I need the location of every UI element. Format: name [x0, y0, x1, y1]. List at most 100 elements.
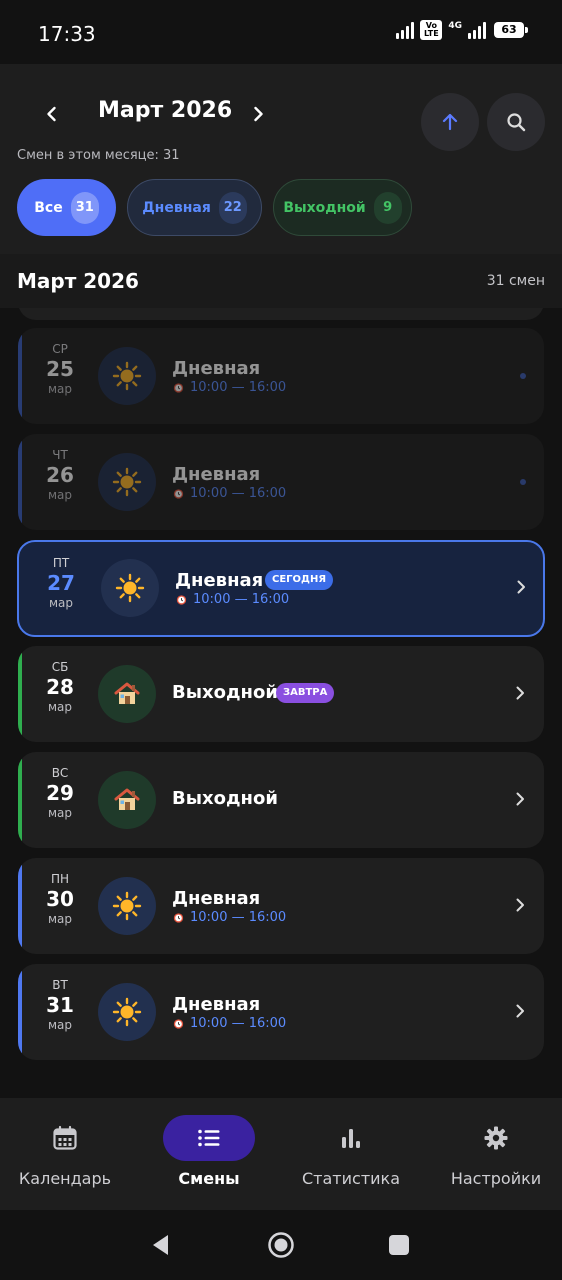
- shift-name: Дневная: [172, 358, 261, 379]
- status-time: 17:33: [38, 22, 96, 46]
- sun-icon: [98, 453, 156, 511]
- shift-type-stripe: [18, 752, 22, 848]
- filter-chip-count: 22: [218, 191, 247, 224]
- status-bar: 17:33 Vo LTE 4G 63: [0, 0, 562, 64]
- home-icon[interactable]: [267, 1231, 295, 1259]
- shift-time-text: 10:00 — 16:00: [190, 910, 287, 925]
- day-number: 28: [46, 675, 74, 699]
- bottom-navigation: Календарь Смены Статистика Настройки: [0, 1098, 562, 1210]
- shift-name: Выходной: [172, 788, 278, 809]
- day-number: 29: [46, 781, 74, 805]
- bar-chart-icon: [305, 1115, 397, 1161]
- scroll-up-button[interactable]: [421, 93, 479, 151]
- status-icons: Vo LTE 4G 63: [396, 20, 528, 40]
- status-dot: [520, 479, 526, 485]
- next-month-button[interactable]: [240, 96, 276, 132]
- day-number: 25: [46, 357, 74, 381]
- month-short: мар: [47, 488, 73, 502]
- day-number: 27: [47, 571, 75, 595]
- day-number: 31: [46, 993, 74, 1017]
- back-icon[interactable]: [148, 1232, 174, 1258]
- month-short: мар: [47, 1018, 73, 1032]
- chevron-left-icon: [47, 106, 56, 122]
- nav-label: Статистика: [302, 1169, 400, 1188]
- sun-icon: [101, 559, 159, 617]
- shift-date: СБ 28 мар: [30, 660, 90, 714]
- search-button[interactable]: [487, 93, 545, 151]
- shift-card[interactable]: ВС 29 мар Выходной: [18, 752, 544, 848]
- filter-chip-count: 31: [70, 191, 99, 224]
- chevron-right-icon: [516, 792, 524, 806]
- shift-date: СР 25 мар: [30, 342, 90, 396]
- filter-chip-label: Дневная: [142, 199, 211, 216]
- day-of-week: СР: [52, 342, 68, 356]
- network-type: 4G: [448, 20, 462, 31]
- shift-time-text: 10:00 — 16:00: [190, 1016, 287, 1031]
- system-navigation-bar: [0, 1210, 562, 1280]
- shift-card[interactable]: СБ 28 мар Выходной ЗАВТРА: [18, 646, 544, 742]
- shift-time-text: 10:00 — 16:00: [190, 380, 287, 395]
- day-of-week: СБ: [51, 660, 69, 674]
- filter-chip-all[interactable]: Все 31: [17, 179, 116, 236]
- chevron-right-icon: [254, 106, 263, 122]
- shift-time: 10:00 — 16:00: [172, 1016, 286, 1031]
- month-short: мар: [47, 382, 73, 396]
- day-number: 26: [46, 463, 74, 487]
- shift-list[interactable]: СР 25 мар Дневная 10:00 — 16:00 ЧТ 26 ма…: [0, 308, 562, 1098]
- shift-time: 10:00 — 16:00: [172, 486, 286, 501]
- shift-time: 10:00 — 16:00: [172, 910, 286, 925]
- filter-chip-day[interactable]: Дневная 22: [127, 179, 262, 236]
- list-icon: [163, 1115, 255, 1161]
- list-count: 31 смен: [486, 273, 545, 289]
- alarm-clock-icon: [173, 1019, 184, 1029]
- shift-card[interactable]: ВТ 31 мар Дневная 10:00 — 16:00: [18, 964, 544, 1060]
- filter-chip-label: Все: [34, 199, 63, 216]
- alarm-clock-icon: [176, 595, 187, 605]
- day-of-week: ПН: [50, 872, 70, 886]
- month-short: мар: [48, 596, 74, 610]
- sun-icon: [98, 983, 156, 1041]
- filter-chip-dayoff[interactable]: Выходной 9: [273, 179, 412, 236]
- day-of-week: ВС: [51, 766, 69, 780]
- shift-time: 10:00 — 16:00: [175, 592, 289, 607]
- shift-time-text: 10:00 — 16:00: [193, 592, 290, 607]
- tomorrow-badge: ЗАВТРА: [276, 683, 335, 703]
- list-header: Март 2026 31 смен: [0, 254, 562, 308]
- shift-date: ВС 29 мар: [30, 766, 90, 820]
- shift-card[interactable]: СР 25 мар Дневная 10:00 — 16:00: [18, 328, 544, 424]
- shift-type-stripe: [18, 964, 22, 1060]
- shift-name: Выходной: [172, 682, 278, 703]
- alarm-clock-icon: [173, 913, 184, 923]
- shift-type-stripe: [18, 646, 22, 742]
- chevron-right-icon: [516, 1004, 524, 1018]
- prev-month-button[interactable]: [34, 96, 70, 132]
- shift-card[interactable]: ПН 30 мар Дневная 10:00 — 16:00: [18, 858, 544, 954]
- nav-item-calendar[interactable]: Календарь: [19, 1098, 111, 1210]
- nav-item-settings[interactable]: Настройки: [444, 1098, 548, 1210]
- shift-card-partial[interactable]: [18, 308, 544, 320]
- day-of-week: ВТ: [52, 978, 68, 992]
- shift-date: ВТ 31 мар: [30, 978, 90, 1032]
- alarm-clock-icon: [173, 383, 184, 393]
- shift-date: ПТ 27 мар: [31, 556, 91, 610]
- recent-apps-icon[interactable]: [388, 1234, 410, 1256]
- shift-name: Дневная: [175, 570, 264, 591]
- shift-time: 10:00 — 16:00: [172, 380, 286, 395]
- shift-name: Дневная: [172, 464, 261, 485]
- nav-item-shifts[interactable]: Смены: [163, 1098, 255, 1210]
- shift-name: Дневная: [172, 888, 261, 909]
- shift-date: ПН 30 мар: [30, 872, 90, 926]
- shift-card-today[interactable]: ПТ 27 мар Дневная СЕГОДНЯ 10:00 — 16:00: [17, 540, 545, 637]
- shift-type-stripe: [18, 858, 22, 954]
- nav-label: Смены: [178, 1169, 240, 1188]
- filter-chip-label: Выходной: [283, 199, 366, 216]
- day-of-week: ЧТ: [52, 448, 68, 462]
- house-icon: [98, 665, 156, 723]
- shift-name: Дневная: [172, 994, 261, 1015]
- alarm-clock-icon: [173, 489, 184, 499]
- nav-item-statistics[interactable]: Статистика: [296, 1098, 406, 1210]
- today-badge: СЕГОДНЯ: [265, 570, 334, 590]
- status-dot: [520, 373, 526, 379]
- month-title: Март 2026: [98, 98, 233, 123]
- shift-card[interactable]: ЧТ 26 мар Дневная 10:00 — 16:00: [18, 434, 544, 530]
